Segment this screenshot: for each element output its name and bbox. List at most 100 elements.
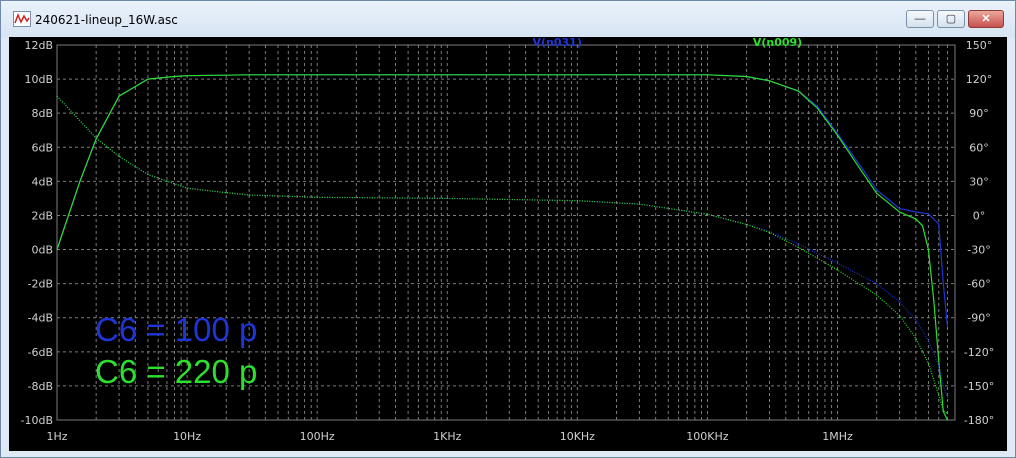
data-point — [915, 337, 917, 339]
data-point — [147, 173, 149, 176]
y-left-tick-label: -6dB — [28, 346, 54, 359]
data-point — [836, 134, 839, 136]
data-point — [946, 396, 949, 398]
data-point — [898, 208, 901, 210]
app-window: 240621-lineup_16W.asc — ▢ ✕ 12dB 10dB 8dB 6… — [0, 0, 1016, 458]
data-point — [797, 90, 799, 92]
data-point — [745, 75, 748, 78]
data-point — [938, 223, 940, 225]
y-right-tick-label: 60° — [969, 141, 989, 154]
maximize-button[interactable]: ▢ — [937, 10, 965, 28]
data-point — [446, 74, 448, 76]
data-point — [768, 80, 771, 82]
y-left-tick-label: 10dB — [24, 73, 53, 86]
x-tick-label: 1Hz — [46, 430, 67, 443]
data-point — [797, 243, 799, 245]
annotation-label-2: C6 = 220 p — [95, 353, 257, 390]
data-point — [938, 394, 940, 396]
data-point — [576, 200, 578, 202]
data-point — [859, 165, 862, 167]
data-point — [118, 155, 120, 157]
data-point — [118, 95, 120, 97]
legend-entry-vn031: V(n031) — [533, 37, 582, 49]
data-point — [927, 213, 930, 215]
x-tick-label: 10Hz — [173, 430, 201, 443]
data-point — [876, 189, 878, 191]
y-left-tick-label: -10dB — [21, 414, 54, 427]
minimize-icon: — — [914, 13, 926, 25]
data-point — [316, 74, 318, 76]
data-point — [95, 137, 97, 139]
y-right-tick-label: 120° — [966, 73, 993, 86]
data-point — [898, 211, 901, 213]
y-left-tick-label: 4dB — [31, 175, 53, 188]
data-point — [942, 410, 944, 412]
y-left-tick-label: 2dB — [31, 209, 53, 222]
data-point — [876, 192, 878, 194]
data-point — [915, 211, 917, 213]
y-right-tick-label: 30° — [969, 175, 989, 188]
y-right-tick-label: -180° — [964, 414, 994, 427]
data-point — [248, 74, 250, 76]
data-point — [942, 385, 944, 387]
data-point — [836, 269, 839, 271]
y-left-tick-label: -8dB — [28, 380, 54, 393]
window-title: 240621-lineup_16W.asc — [35, 13, 178, 27]
maximize-icon: ▢ — [945, 13, 957, 25]
close-icon: ✕ — [981, 13, 991, 25]
x-tick-label: 100KHz — [686, 430, 728, 443]
data-point — [56, 95, 58, 97]
waveform-app-icon — [13, 11, 31, 27]
data-point — [938, 364, 940, 367]
data-point — [876, 294, 878, 296]
data-point — [946, 325, 949, 327]
data-point — [706, 213, 709, 215]
x-tick-label: 100Hz — [300, 430, 335, 443]
legend-entry-vn009: V(n009) — [753, 37, 802, 49]
annotation-label-1: C6 = 100 p — [95, 311, 257, 348]
y-left-tick-label: -4dB — [28, 312, 54, 325]
y-left-tick-label: 12dB — [24, 39, 53, 52]
close-button[interactable]: ✕ — [968, 10, 1004, 28]
data-point — [933, 300, 935, 302]
y-left-tick-label: -2dB — [28, 278, 54, 291]
series-line-magnitude-vn031 — [56, 74, 949, 327]
data-point — [186, 75, 188, 77]
data-point — [942, 283, 944, 285]
x-tick-label: 10KHz — [560, 430, 595, 443]
data-point — [706, 74, 709, 76]
y-right-tick-label: -60° — [967, 278, 990, 291]
data-point — [225, 192, 227, 194]
bode-plot[interactable]: 12dB 10dB 8dB 6dB 4dB 2dB 0dB -2dB -4dB -6dB -8dB -… — [9, 37, 1007, 451]
data-point — [927, 362, 930, 364]
y-right-tick-label: 150° — [966, 39, 993, 52]
data-point — [446, 197, 448, 200]
y-right-tick-label: -120° — [964, 346, 994, 359]
data-point — [859, 168, 862, 171]
data-point — [147, 78, 149, 80]
data-point — [898, 314, 901, 317]
data-point — [938, 359, 940, 361]
plot-pane[interactable]: 12dB 10dB 8dB 6dB 4dB 2dB 0dB -2dB -4dB -6dB -8dB -… — [9, 37, 1007, 451]
data-point — [638, 203, 641, 205]
data-point — [915, 319, 917, 321]
data-point — [946, 412, 949, 414]
x-tick-label: 1MHz — [822, 430, 853, 443]
data-point — [816, 105, 818, 107]
y-right-tick-label: -30° — [967, 244, 990, 257]
data-point — [173, 75, 176, 78]
data-point — [915, 218, 917, 220]
data-point — [745, 223, 748, 226]
y-right-tick-label: 0° — [973, 209, 986, 222]
x-tick-label: 1KHz — [433, 430, 461, 443]
data-point — [797, 246, 799, 248]
data-point — [248, 194, 250, 196]
data-point — [56, 248, 58, 251]
data-point — [576, 74, 578, 76]
data-point — [876, 283, 878, 285]
y-left-tick-label: 6dB — [31, 141, 53, 154]
y-right-tick-label: 90° — [969, 107, 989, 120]
title-bar[interactable]: 240621-lineup_16W.asc — ▢ ✕ — [1, 1, 1015, 37]
minimize-button[interactable]: — — [906, 10, 934, 28]
data-point — [946, 419, 949, 421]
